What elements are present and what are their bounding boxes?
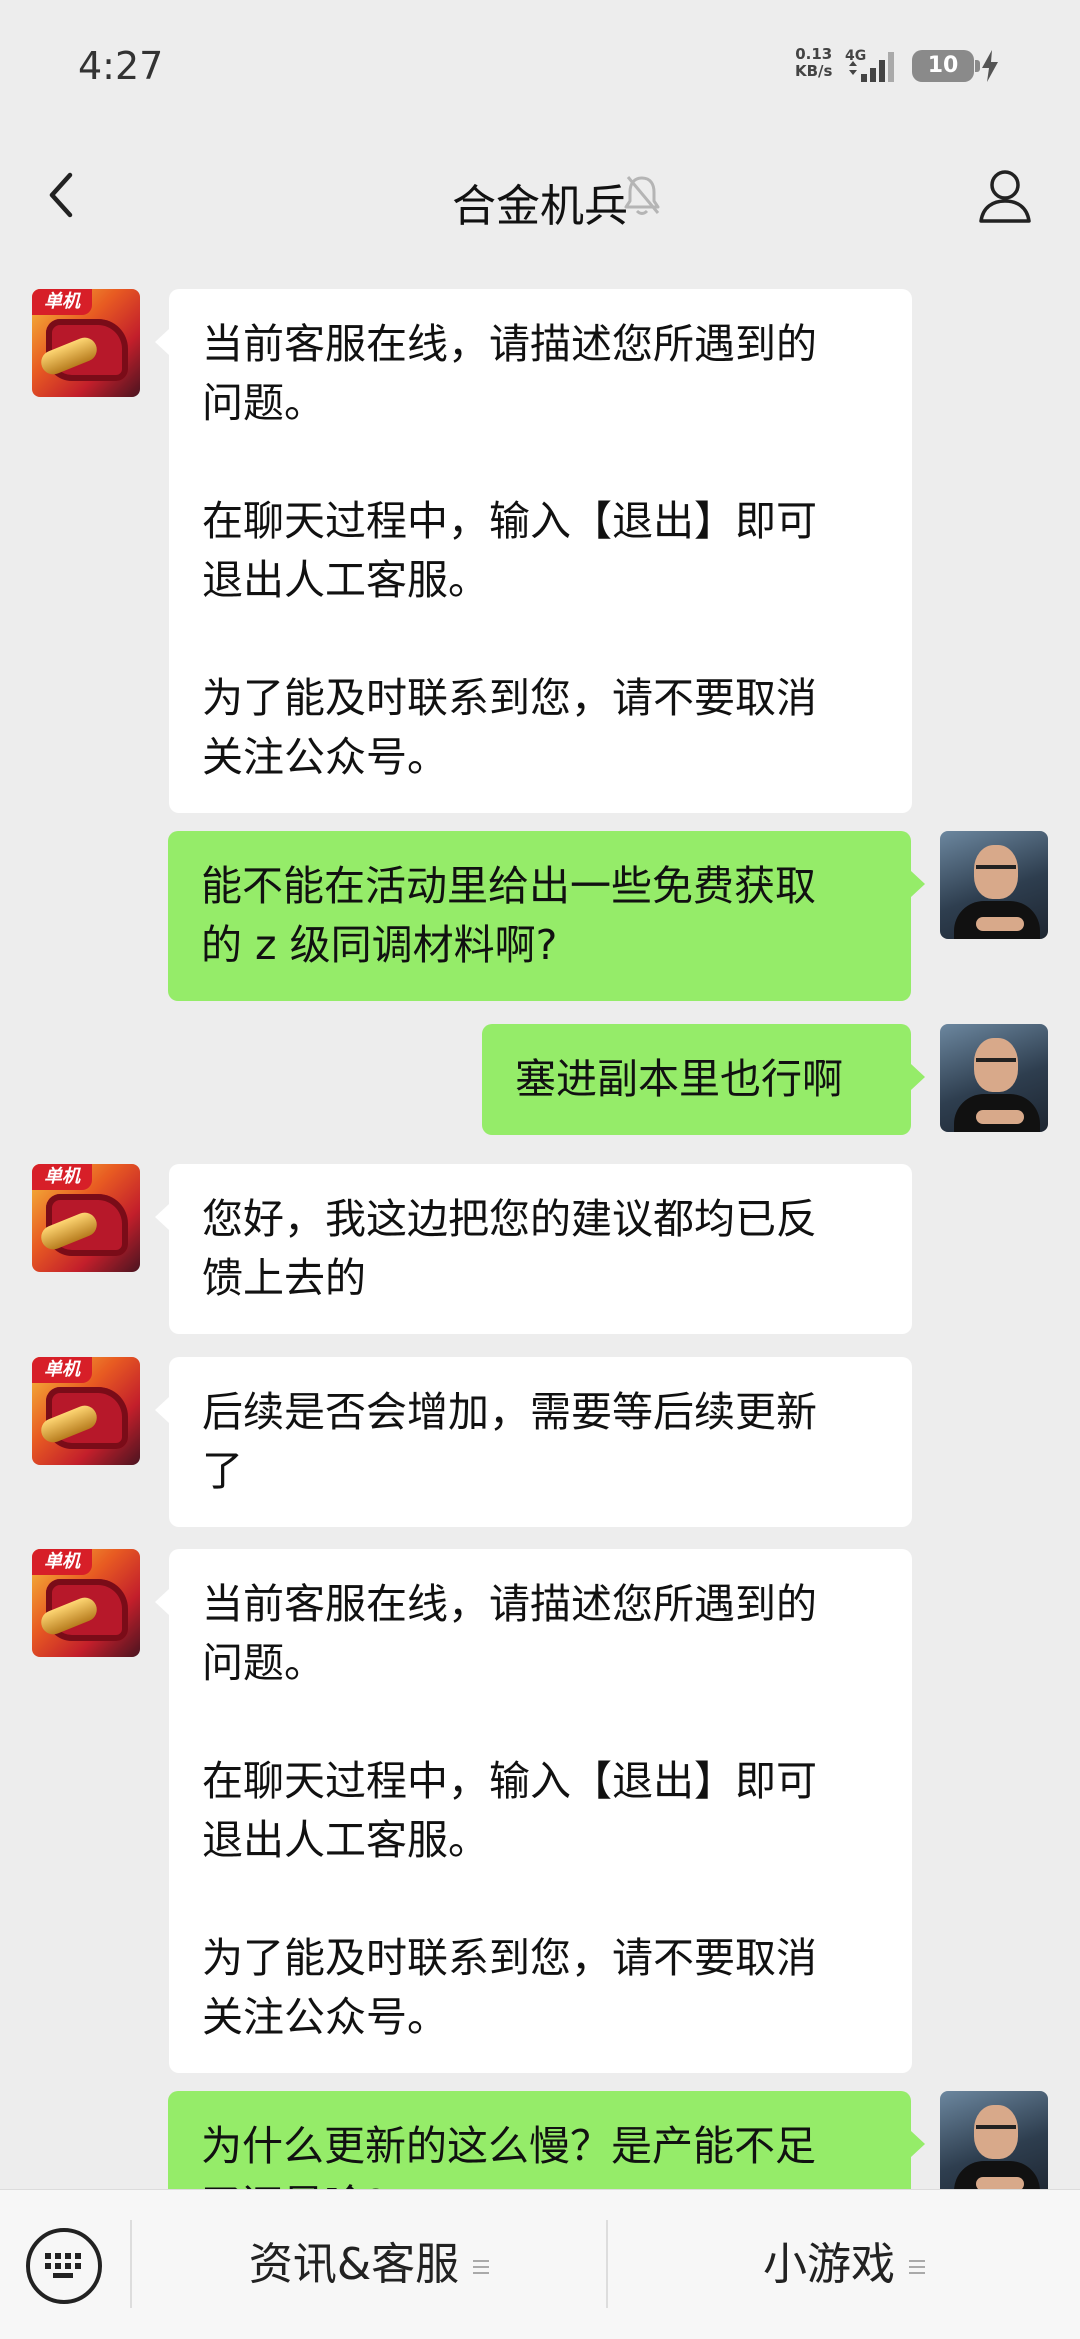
message-bubble[interactable]: 当前客服在线，请描述您所遇到的 问题。 在聊天过程中，输入【退出】即可 退出人工…	[155, 1549, 912, 2073]
official-avatar[interactable]: 单机	[32, 1357, 140, 1465]
menu-lines-icon	[473, 2260, 490, 2274]
menu-item-label: 资讯&客服	[248, 2239, 460, 2290]
menu-item-label: 小游戏	[763, 2239, 895, 2290]
menu-item-mini-games[interactable]: 小游戏	[608, 2190, 1080, 2339]
battery-icon: 10	[912, 50, 980, 82]
official-avatar[interactable]: 单机	[32, 289, 140, 397]
status-time: 4:27	[78, 44, 164, 88]
network-speed: 0.13 KB/s	[795, 46, 832, 80]
official-avatar[interactable]: 单机	[32, 1549, 140, 1657]
mute-bell-icon	[624, 176, 660, 215]
avatar-badge: 单机	[32, 1549, 92, 1575]
user-photo-glasses	[976, 2125, 1016, 2133]
user-avatar[interactable]	[940, 831, 1048, 939]
user-avatar[interactable]	[940, 2091, 1048, 2189]
avatar-badge: 单机	[32, 1164, 92, 1190]
menu-lines-icon	[909, 2260, 925, 2274]
status-bar: 4:27 0.13 KB/s 4G 10	[0, 0, 1080, 135]
keyboard-icon	[45, 2253, 81, 2278]
network-type: 4G	[845, 48, 866, 64]
bottom-menu-bar: 资讯&客服 小游戏	[0, 2189, 1080, 2339]
chat-title: 合金机兵	[452, 181, 628, 232]
user-photo-glasses	[976, 865, 1016, 873]
avatar-badge: 单机	[32, 1357, 92, 1383]
menu-item-news-service[interactable]: 资讯&客服	[132, 2190, 606, 2339]
user-photo-glasses	[976, 1058, 1016, 1066]
user-avatar[interactable]	[940, 1024, 1048, 1132]
profile-icon[interactable]	[975, 165, 1035, 225]
chat-header: 合金机兵	[0, 135, 1080, 253]
user-photo-arm	[976, 917, 1024, 931]
message-bubble[interactable]: 能不能在活动里给出一些免费获取 的 z 级同调材料啊?	[168, 831, 925, 1001]
official-avatar[interactable]: 单机	[32, 1164, 140, 1272]
charging-bolt-icon	[982, 50, 998, 82]
network-speed-value: 0.13	[795, 45, 833, 63]
message-bubble[interactable]: 您好，我这边把您的建议都均已反 馈上去的	[155, 1164, 912, 1334]
chat-messages[interactable]: 单机 当前客服在线，请描述您所遇到的 问题。 在聊天过程中，输入【退出】即可 退…	[0, 253, 1080, 2189]
signal-icon: 4G	[845, 48, 894, 82]
message-bubble[interactable]: 后续是否会增加，需要等后续更新 了	[155, 1357, 912, 1527]
network-speed-unit: KB/s	[795, 62, 833, 80]
keyboard-toggle-button[interactable]	[26, 2228, 102, 2304]
user-photo-arm	[976, 2177, 1024, 2189]
message-bubble[interactable]: 塞进副本里也行啊	[482, 1024, 925, 1135]
message-bubble[interactable]: 当前客服在线，请描述您所遇到的 问题。 在聊天过程中，输入【退出】即可 退出人工…	[155, 289, 912, 813]
message-bubble[interactable]: 为什么更新的这么慢？是产能不足 了还是啥?	[168, 2091, 925, 2189]
avatar-badge: 单机	[32, 289, 92, 315]
user-photo-arm	[976, 1110, 1024, 1124]
